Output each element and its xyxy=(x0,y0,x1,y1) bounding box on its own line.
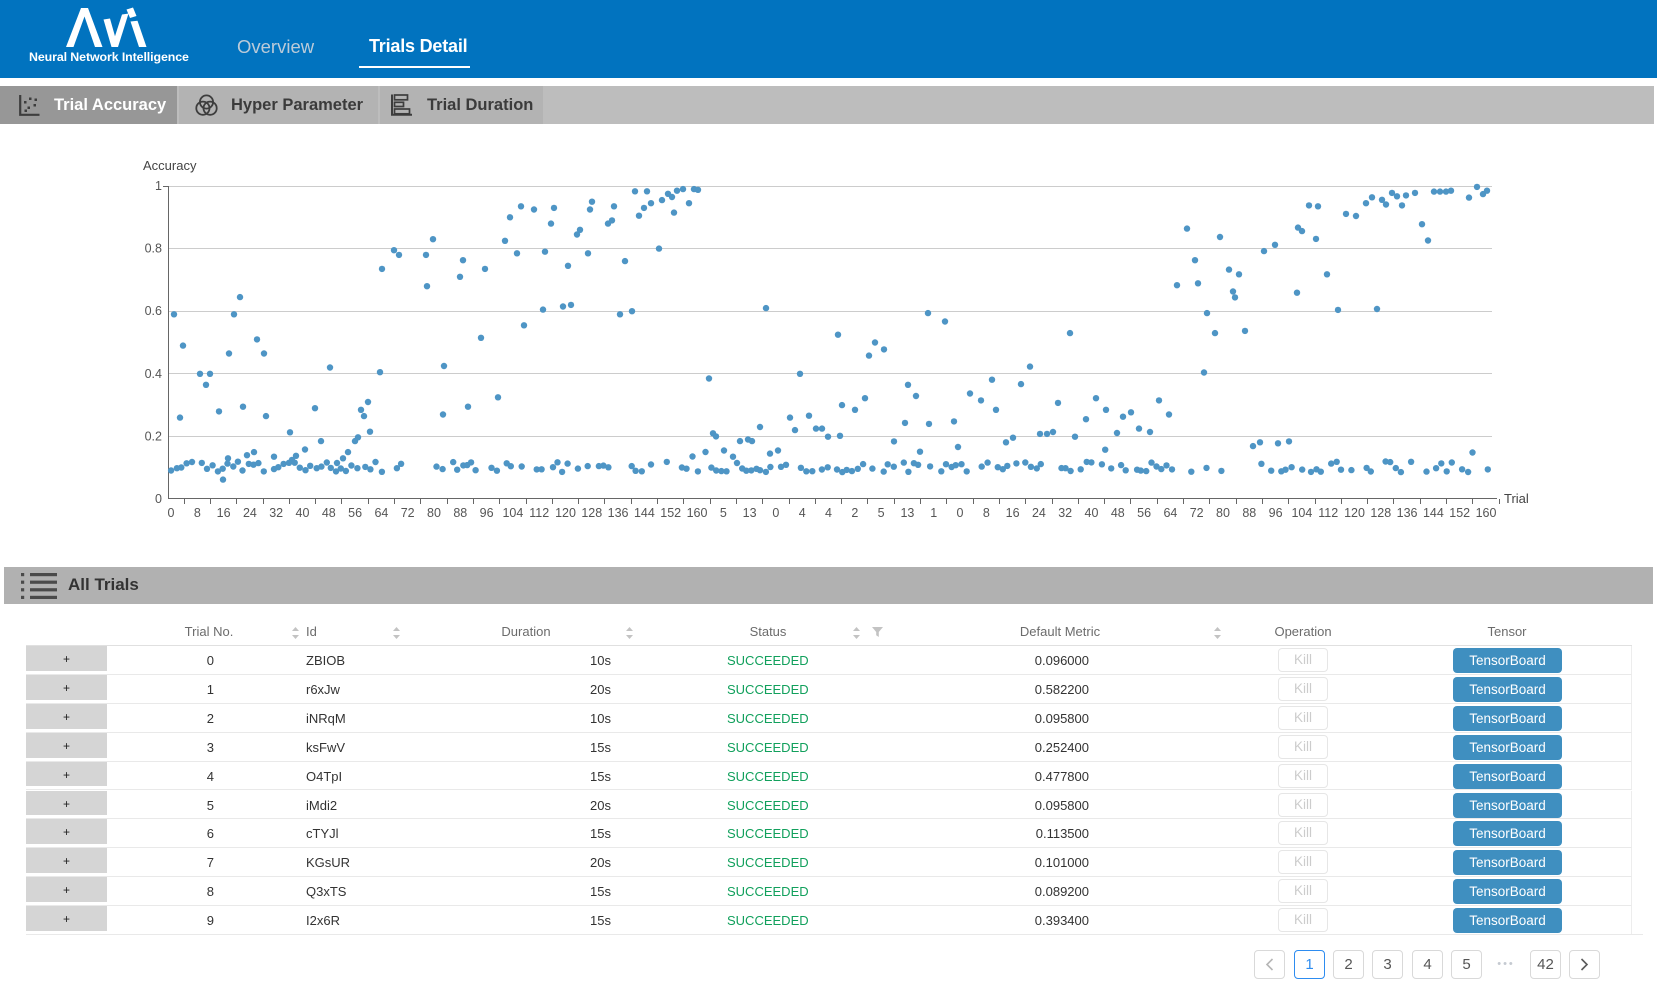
svg-text:2: 2 xyxy=(851,506,858,520)
svg-text:0.4: 0.4 xyxy=(145,367,162,381)
svg-text:128: 128 xyxy=(581,506,602,520)
svg-text:48: 48 xyxy=(322,506,336,520)
svg-text:72: 72 xyxy=(401,506,415,520)
svg-text:64: 64 xyxy=(374,506,388,520)
svg-text:32: 32 xyxy=(1058,506,1072,520)
svg-text:80: 80 xyxy=(427,506,441,520)
svg-text:160: 160 xyxy=(1476,506,1497,520)
svg-text:96: 96 xyxy=(480,506,494,520)
svg-text:40: 40 xyxy=(1085,506,1099,520)
svg-text:72: 72 xyxy=(1190,506,1204,520)
svg-text:0: 0 xyxy=(772,506,779,520)
svg-text:64: 64 xyxy=(1163,506,1177,520)
svg-text:152: 152 xyxy=(660,506,681,520)
svg-text:48: 48 xyxy=(1111,506,1125,520)
svg-text:96: 96 xyxy=(1269,506,1283,520)
svg-text:32: 32 xyxy=(269,506,283,520)
svg-text:104: 104 xyxy=(1291,506,1312,520)
svg-text:0: 0 xyxy=(155,492,162,506)
svg-text:120: 120 xyxy=(555,506,576,520)
svg-text:152: 152 xyxy=(1449,506,1470,520)
svg-text:8: 8 xyxy=(194,506,201,520)
svg-text:24: 24 xyxy=(1032,506,1046,520)
svg-text:16: 16 xyxy=(217,506,231,520)
svg-text:104: 104 xyxy=(502,506,523,520)
svg-text:4: 4 xyxy=(799,506,806,520)
svg-text:5: 5 xyxy=(878,506,885,520)
svg-text:Accuracy: Accuracy xyxy=(143,158,197,173)
svg-text:160: 160 xyxy=(687,506,708,520)
svg-text:0.2: 0.2 xyxy=(145,429,162,443)
svg-text:136: 136 xyxy=(608,506,629,520)
svg-text:144: 144 xyxy=(634,506,655,520)
svg-text:80: 80 xyxy=(1216,506,1230,520)
svg-text:0: 0 xyxy=(957,506,964,520)
svg-text:1: 1 xyxy=(930,506,937,520)
svg-text:120: 120 xyxy=(1344,506,1365,520)
svg-text:24: 24 xyxy=(243,506,257,520)
svg-text:0.6: 0.6 xyxy=(145,304,162,318)
svg-text:40: 40 xyxy=(296,506,310,520)
svg-text:0: 0 xyxy=(168,506,175,520)
svg-text:0.8: 0.8 xyxy=(145,242,162,256)
svg-text:56: 56 xyxy=(348,506,362,520)
svg-text:1: 1 xyxy=(155,179,162,193)
svg-text:16: 16 xyxy=(1006,506,1020,520)
svg-text:88: 88 xyxy=(1242,506,1256,520)
svg-text:13: 13 xyxy=(743,506,757,520)
svg-text:4: 4 xyxy=(825,506,832,520)
svg-text:13: 13 xyxy=(900,506,914,520)
svg-text:112: 112 xyxy=(529,506,549,520)
svg-text:88: 88 xyxy=(453,506,467,520)
svg-text:136: 136 xyxy=(1397,506,1418,520)
svg-text:128: 128 xyxy=(1370,506,1391,520)
svg-text:5: 5 xyxy=(720,506,727,520)
svg-text:112: 112 xyxy=(1318,506,1338,520)
svg-text:56: 56 xyxy=(1137,506,1151,520)
svg-text:Trial: Trial xyxy=(1504,491,1529,506)
svg-text:8: 8 xyxy=(983,506,990,520)
svg-text:144: 144 xyxy=(1423,506,1444,520)
